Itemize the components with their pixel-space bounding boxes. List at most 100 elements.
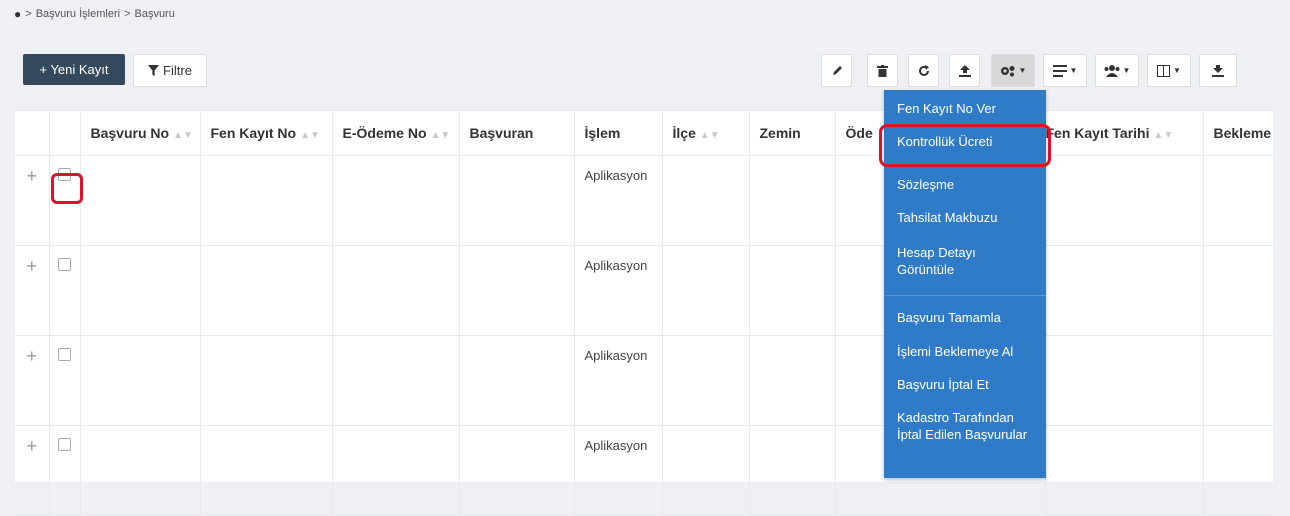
column-header[interactable]: Fen Kayıt No ▲▼ [200, 110, 333, 156]
islem-cell: Aplikasyon [574, 245, 663, 336]
table-header-row: Başvuru No ▲▼ Fen Kayıt No ▲▼ E-Ödeme No ▲▼… [15, 110, 1273, 156]
filter-icon [148, 65, 160, 76]
menu-item-fen-kayit-no-ver[interactable]: Fen Kayıt No Ver [897, 100, 1042, 117]
actions-cog-icon [1000, 65, 1015, 76]
table-cell [749, 245, 836, 336]
table-cell [200, 155, 333, 246]
table-row[interactable]: + Aplikasyon [15, 155, 1273, 246]
table-row[interactable]: + Aplikasyon [15, 425, 1273, 516]
list-dropdown-button[interactable]: ▼ [1043, 54, 1087, 87]
sort-icon[interactable]: ▲▼ [431, 130, 451, 141]
upload-icon [958, 64, 971, 77]
table-cell [332, 245, 460, 336]
table-cell [459, 425, 575, 516]
table-cell [749, 335, 836, 426]
records-table: Başvuru No ▲▼ Fen Kayıt No ▲▼ E-Ödeme No ▲▼… [15, 110, 1273, 516]
filter-button[interactable]: Filtre [133, 54, 207, 87]
menu-item-highlight-annotation [879, 124, 1051, 167]
expand-row-icon[interactable]: + [15, 425, 50, 516]
menu-item-hesap-detayi-goruntule[interactable]: Hesap Detayı Görüntüle [897, 244, 1007, 278]
table-cell [662, 155, 750, 246]
breadcrumb-separator: > [124, 8, 131, 20]
column-header[interactable]: İlçe ▲▼ [662, 110, 750, 156]
edit-icon [832, 65, 842, 75]
chevron-down-icon: ▼ [1018, 66, 1027, 75]
row-select-cell [49, 425, 81, 516]
breadcrumb-separator: > [25, 8, 32, 20]
edit-button[interactable] [821, 54, 852, 87]
new-record-button[interactable]: + Yeni Kayıt [23, 54, 125, 85]
download-button[interactable] [1199, 54, 1237, 87]
breadcrumb-item-basvuru: Başvuru [134, 8, 175, 20]
dashboard-icon[interactable]: ● [14, 7, 21, 21]
sort-icon[interactable]: ▲▼ [173, 130, 193, 141]
menu-item-basvuru-tamamla[interactable]: Başvuru Tamamla [897, 309, 1042, 326]
table-cell [1203, 245, 1273, 336]
table-cell [1203, 425, 1273, 516]
table-cell [200, 335, 333, 426]
download-icon [1212, 64, 1224, 77]
column-header: İşlem [574, 110, 663, 156]
columns-dropdown-button[interactable]: ▼ [1147, 54, 1191, 87]
table-cell [200, 425, 333, 516]
table-cell [80, 335, 201, 426]
delete-button[interactable] [867, 54, 898, 87]
table-row[interactable]: + Aplikasyon [15, 335, 1273, 426]
toolbar: + Yeni Kayıt Filtre ▼ ▼ ▼ ▼ [15, 46, 1273, 96]
checkbox-highlight-annotation [51, 173, 83, 204]
table-cell [1045, 425, 1204, 516]
upload-button[interactable] [949, 54, 980, 87]
menu-item-basvuru-iptal-et[interactable]: Başvuru İptal Et [897, 376, 1042, 393]
table-cell [459, 335, 575, 426]
menu-item-sozlesme[interactable]: Sözleşme [897, 176, 1042, 193]
column-header[interactable]: Fen Kayıt Tarihi ▲▼ [1045, 110, 1204, 156]
users-icon [1104, 64, 1120, 77]
table-cell [80, 425, 201, 516]
menu-item-islemi-beklemeye-al[interactable]: İşlemi Beklemeye Al [897, 343, 1042, 360]
table-cell [200, 245, 333, 336]
table-cell [662, 335, 750, 426]
table-cell [749, 425, 836, 516]
sort-icon[interactable]: ▲▼ [1153, 130, 1173, 141]
breadcrumb-item-basvuru-islemleri[interactable]: Başvuru İşlemleri [36, 8, 120, 20]
islem-cell: Aplikasyon [574, 425, 663, 516]
column-header: Başvuran [459, 110, 575, 156]
chevron-down-icon: ▼ [1069, 66, 1078, 75]
sort-icon[interactable]: ▲▼ [300, 130, 320, 141]
columns-icon [1157, 64, 1171, 77]
column-header[interactable]: E-Ödeme No ▲▼ [332, 110, 460, 156]
refresh-icon [918, 64, 929, 76]
table-row[interactable]: + Aplikasyon [15, 245, 1273, 336]
actions-dropdown-button[interactable]: ▼ [991, 54, 1035, 87]
sort-icon[interactable]: ▲▼ [700, 130, 720, 141]
column-header[interactable]: Başvuru No ▲▼ [80, 110, 201, 156]
table-cell [332, 335, 460, 426]
islem-cell: Aplikasyon [574, 155, 663, 246]
menu-item-kadastro-iptal-edilen[interactable]: Kadastro Tarafından İptal Edilen Başvuru… [897, 409, 1037, 443]
chevron-down-icon: ▼ [1173, 66, 1181, 75]
expand-row-icon[interactable]: + [15, 245, 50, 336]
menu-item-tahsilat-makbuzu[interactable]: Tahsilat Makbuzu [897, 209, 1042, 226]
row-checkbox[interactable] [58, 438, 71, 451]
islem-cell: Aplikasyon [574, 335, 663, 426]
users-dropdown-button[interactable]: ▼ [1095, 54, 1139, 87]
row-select-cell [49, 335, 81, 426]
column-header: Zemin [749, 110, 836, 156]
expand-row-icon[interactable]: + [15, 155, 50, 246]
table-cell [662, 245, 750, 336]
breadcrumb: ● > Başvuru İşlemleri > Başvuru [14, 6, 175, 22]
table-cell [662, 425, 750, 516]
refresh-button[interactable] [908, 54, 939, 87]
table-cell [459, 245, 575, 336]
table-cell [459, 155, 575, 246]
table-cell [332, 425, 460, 516]
table-cell [1045, 335, 1204, 426]
expand-row-icon[interactable]: + [15, 335, 50, 426]
table-cell [1045, 245, 1204, 336]
row-checkbox[interactable] [58, 258, 71, 271]
row-checkbox[interactable] [58, 348, 71, 361]
filter-label: Filtre [163, 63, 192, 78]
data-grid: Başvuru No ▲▼ Fen Kayıt No ▲▼ E-Ödeme No ▲▼… [15, 110, 1273, 516]
column-header: Bekleme [1203, 110, 1273, 156]
table-cell [1203, 155, 1273, 246]
